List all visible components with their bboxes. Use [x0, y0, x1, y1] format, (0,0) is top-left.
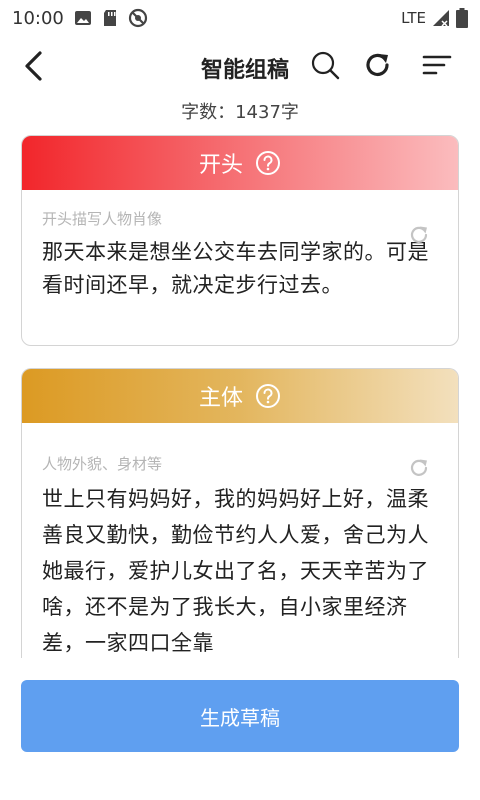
help-circle-icon[interactable] [255, 150, 281, 176]
status-bar: 10:00 LTE [0, 0, 480, 36]
sd-card-icon [103, 10, 116, 26]
opening-section-header: 开头 [22, 136, 458, 190]
page-title: 智能组稿 [200, 58, 289, 83]
opening-hint: 开头描写人物肖像 [42, 210, 163, 228]
network-type: LTE [401, 9, 426, 27]
body-section-card: 主体 人物外貌、身材等 世上只有妈妈好，我的妈妈好上好，温柔善良又勤快，勤俭节约… [21, 368, 459, 668]
status-time: 10:00 [12, 7, 64, 29]
bottom-action-area: 生成草稿 [0, 658, 480, 800]
opening-section-content: 开头描写人物肖像 那天本来是想坐公交车去同学家的。可是看时间还早，就决定步行过去… [22, 190, 458, 302]
app-bar: 智能组稿 [0, 36, 480, 96]
signal-icon [433, 10, 449, 27]
body-hint: 人物外貌、身材等 [42, 455, 163, 473]
refresh-icon[interactable] [363, 50, 393, 80]
body-section-title: 主体 [198, 386, 243, 411]
body-section-header: 主体 [22, 369, 458, 423]
generate-draft-button[interactable]: 生成草稿 [21, 680, 459, 752]
word-count: 字数：1437字 [181, 102, 299, 123]
help-circle-icon[interactable] [255, 383, 281, 409]
image-icon [74, 11, 91, 25]
opening-section-card: 开头 开头描写人物肖像 那天本来是想坐公交车去同学家的。可是看时间还早，就决定步… [21, 135, 459, 346]
regenerate-icon[interactable] [408, 224, 430, 246]
body-text[interactable]: 世上只有妈妈好，我的妈妈好上好，温柔善良又勤快，勤俭节约人人爱，舍己为人她最行，… [42, 481, 438, 659]
body-section-content: 人物外貌、身材等 世上只有妈妈好，我的妈妈好上好，温柔善良又勤快，勤俭节约人人爱… [22, 423, 458, 659]
opening-text[interactable]: 那天本来是想坐公交车去同学家的。可是看时间还早，就决定步行过去。 [42, 236, 438, 302]
do-not-disturb-icon [128, 8, 147, 28]
search-icon[interactable] [310, 50, 340, 80]
opening-section-title: 开头 [198, 153, 243, 178]
regenerate-icon[interactable] [408, 457, 430, 479]
battery-icon [456, 8, 468, 28]
sort-menu-icon[interactable] [422, 50, 452, 80]
